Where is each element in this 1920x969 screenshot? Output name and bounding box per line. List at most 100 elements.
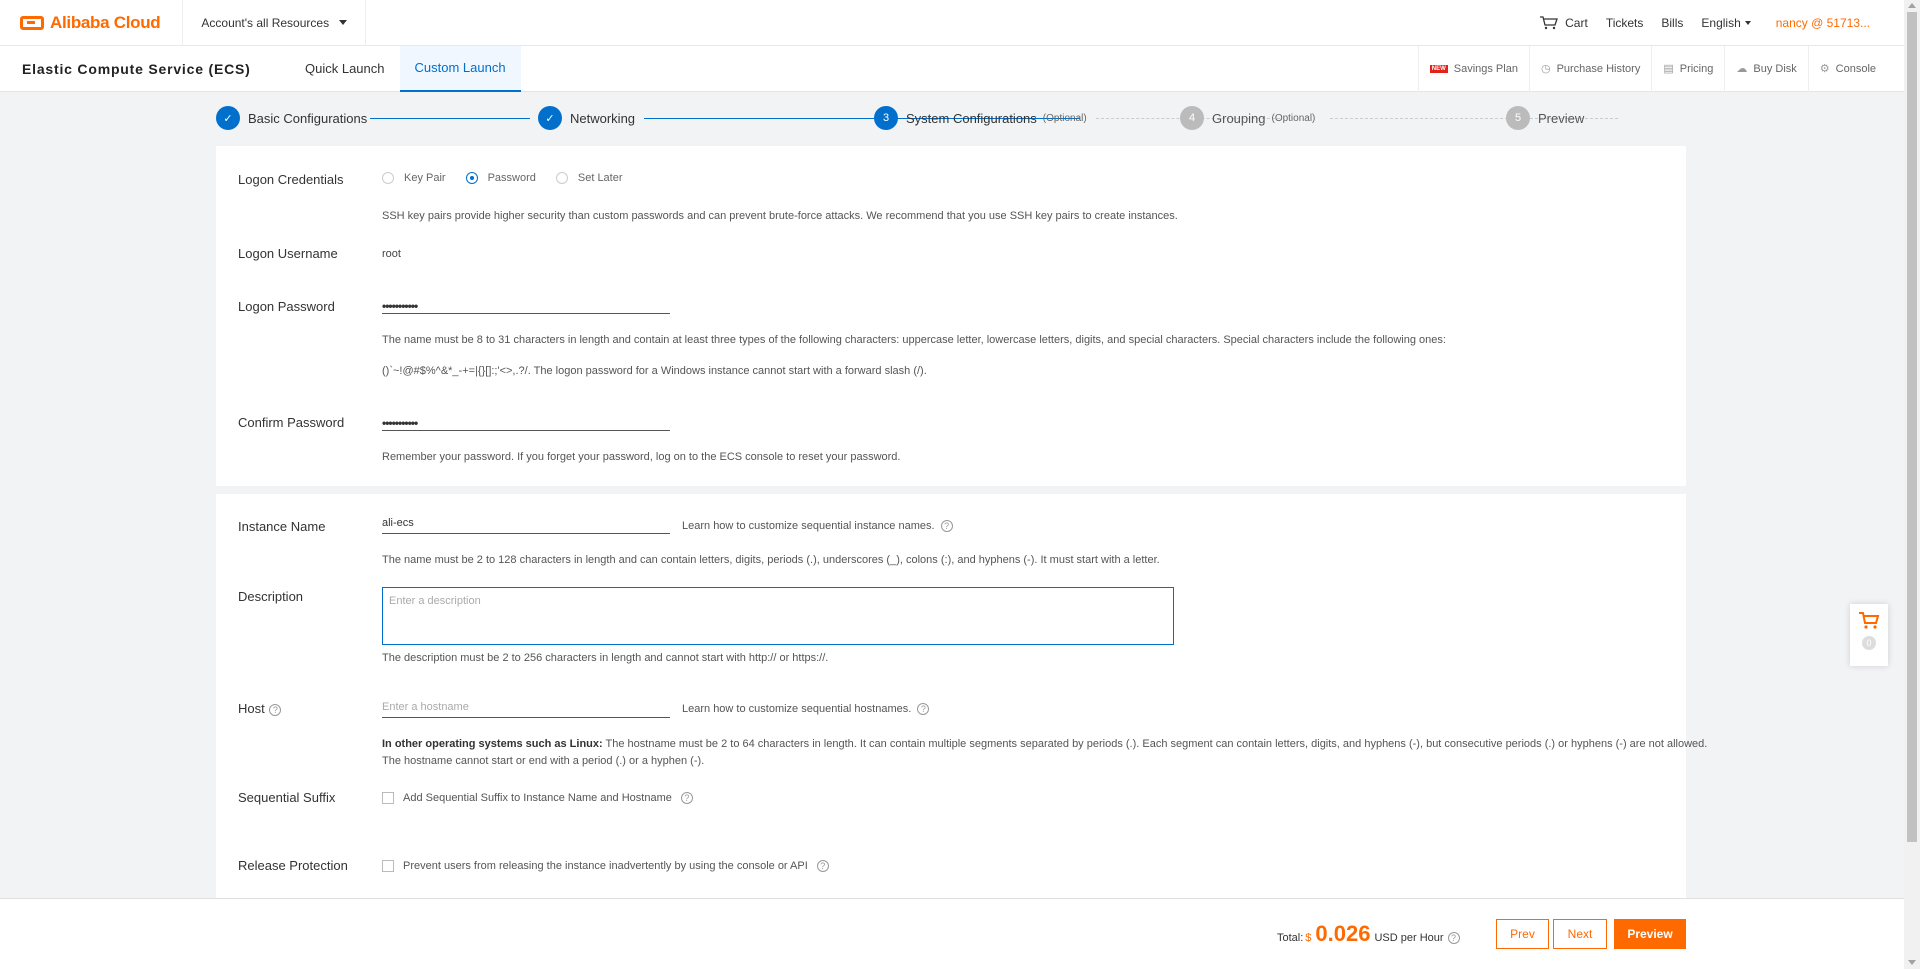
- total-amount: 0.026: [1315, 921, 1371, 946]
- bills-label: Bills: [1661, 15, 1684, 30]
- total-label: Total:: [1277, 932, 1304, 944]
- radio-label: Set Later: [577, 172, 623, 184]
- checkbox-label: Prevent users from releasing the instanc…: [403, 860, 808, 872]
- radio-key-pair[interactable]: Key Pair: [382, 172, 446, 184]
- credentials-hint: SSH key pairs provide higher security th…: [382, 210, 1178, 222]
- release-protection-checkbox[interactable]: [382, 860, 394, 872]
- description-textarea[interactable]: [382, 587, 1174, 645]
- cart-link[interactable]: Cart: [1530, 16, 1597, 30]
- instance-name-hint: The name must be 2 to 128 characters in …: [382, 554, 1160, 566]
- preview-button[interactable]: Preview: [1614, 919, 1686, 949]
- logon-password-input[interactable]: [382, 286, 670, 314]
- pricing-link[interactable]: ▤ Pricing: [1651, 45, 1724, 92]
- logon-username-value: root: [382, 248, 401, 260]
- console-link[interactable]: ⚙ Console: [1807, 45, 1904, 92]
- radio-set-later[interactable]: Set Later: [555, 172, 623, 184]
- help-icon[interactable]: ?: [940, 520, 953, 533]
- logon-credentials-label: Logon Credentials: [238, 172, 344, 187]
- scroll-down-arrow[interactable]: [1908, 960, 1916, 965]
- radio-button[interactable]: [465, 172, 478, 184]
- floating-cart[interactable]: 0: [1850, 604, 1888, 666]
- step-optional-tag: (Optional): [1271, 112, 1316, 124]
- help-icon[interactable]: ?: [917, 703, 930, 716]
- logo-icon: [20, 15, 44, 30]
- wizard-steps: ✓ Basic Configurations ✓ Networking 3 Sy…: [216, 106, 1618, 130]
- alibaba-cloud-logo[interactable]: Alibaba Cloud: [20, 13, 161, 33]
- step-preview[interactable]: 5 Preview: [1506, 106, 1584, 130]
- hostname-learn-link[interactable]: Learn how to customize sequential hostna…: [682, 703, 930, 716]
- step-basic-configurations[interactable]: ✓ Basic Configurations: [216, 106, 367, 130]
- instance-name-learn-link[interactable]: Learn how to customize sequential instan…: [682, 520, 953, 533]
- buy-disk-link[interactable]: ☁ Buy Disk: [1724, 45, 1807, 92]
- host-label-wrap: Host ?: [238, 701, 282, 716]
- disk-icon: ☁: [1736, 63, 1748, 75]
- scrollbar-thumb[interactable]: [1907, 12, 1917, 842]
- learn-label: Learn how to customize sequential hostna…: [682, 703, 912, 715]
- order-footer: Total: $ 0.026 USD per Hour ? Prev Next …: [0, 898, 1904, 969]
- password-rule-hint: The name must be 8 to 31 characters in l…: [382, 334, 1446, 346]
- bills-link[interactable]: Bills: [1652, 16, 1692, 30]
- hostname-input[interactable]: [382, 690, 670, 718]
- savings-plan-link[interactable]: NEW Savings Plan: [1417, 45, 1529, 92]
- cart-icon: [1859, 612, 1880, 629]
- sequential-suffix-label: Sequential Suffix: [238, 790, 336, 805]
- step-number: 3: [874, 106, 898, 130]
- confirm-password-masked: •••••••••••: [382, 416, 418, 430]
- new-badge: NEW: [1429, 64, 1448, 73]
- total-price: Total: $ 0.026 USD per Hour ?: [1277, 921, 1460, 947]
- tickets-link[interactable]: Tickets: [1597, 16, 1653, 30]
- instance-name-label: Instance Name: [238, 519, 326, 534]
- host-label: Host: [238, 701, 265, 716]
- step-number: 5: [1506, 106, 1530, 130]
- step-system-configurations[interactable]: 3 System Configurations (Optional): [874, 106, 1087, 130]
- release-protection-label: Release Protection: [238, 858, 348, 873]
- logon-username-label: Logon Username: [238, 246, 338, 261]
- console-icon: ⚙: [1819, 63, 1830, 75]
- confirm-password-label: Confirm Password: [238, 415, 345, 430]
- savings-plan-label: Savings Plan: [1453, 62, 1518, 75]
- step-networking[interactable]: ✓ Networking: [538, 106, 635, 130]
- logon-password-masked: •••••••••••: [382, 299, 418, 313]
- radio-button[interactable]: [382, 172, 394, 184]
- help-icon[interactable]: ?: [816, 860, 829, 872]
- host-hint: In other operating systems such as Linux…: [382, 738, 1707, 750]
- host-hint-text: The hostname must be 2 to 64 characters …: [602, 738, 1708, 750]
- user-account-menu[interactable]: nancy @ 51713...: [1760, 16, 1904, 30]
- tab-quick-launch[interactable]: Quick Launch: [290, 46, 400, 92]
- help-icon[interactable]: ?: [269, 703, 282, 716]
- resource-group-selector[interactable]: Account's all Resources: [182, 0, 367, 46]
- help-icon[interactable]: ?: [680, 792, 693, 804]
- host-hint-bold: In other operating systems such as Linux…: [382, 738, 603, 750]
- confirm-password-input[interactable]: [382, 403, 670, 431]
- language-selector[interactable]: English: [1692, 16, 1759, 30]
- cart-count-badge: 0: [1862, 636, 1876, 650]
- password-special-chars-hint: ()`~!@#$%^&*_-+=|{}[]:;'<>,.?/. The logo…: [382, 365, 927, 377]
- resource-group-label: Account's all Resources: [201, 15, 330, 30]
- purchase-history-link[interactable]: ◷ Purchase History: [1528, 45, 1651, 92]
- prev-button[interactable]: Prev: [1496, 919, 1549, 949]
- top-navigation-bar: Alibaba Cloud Account's all Resources Ca…: [0, 0, 1904, 46]
- instance-panel: Instance Name Learn how to customize seq…: [216, 494, 1707, 898]
- check-icon: ✓: [216, 106, 240, 130]
- radio-password[interactable]: Password: [465, 172, 536, 184]
- help-icon[interactable]: ?: [1447, 932, 1460, 944]
- pricing-label: Pricing: [1679, 62, 1714, 75]
- credentials-panel: Logon Credentials Key Pair Password Set …: [216, 146, 1686, 486]
- sequential-suffix-checkbox[interactable]: [382, 792, 394, 804]
- tickets-label: Tickets: [1605, 15, 1644, 30]
- scroll-up-arrow[interactable]: [1908, 3, 1916, 8]
- next-button[interactable]: Next: [1553, 919, 1607, 949]
- instance-name-input[interactable]: [382, 506, 670, 534]
- user-name: nancy @ 51713...: [1775, 15, 1870, 30]
- language-label: English: [1701, 15, 1741, 30]
- step-optional-tag: (Optional): [1042, 112, 1087, 124]
- product-header: Elastic Compute Service (ECS) Quick Laun…: [0, 45, 1904, 92]
- step-label: Preview: [1538, 110, 1585, 126]
- step-grouping[interactable]: 4 Grouping (Optional): [1180, 106, 1315, 130]
- sequential-suffix-option[interactable]: Add Sequential Suffix to Instance Name a…: [382, 792, 693, 804]
- tab-custom-launch[interactable]: Custom Launch: [399, 45, 521, 92]
- radio-button[interactable]: [555, 172, 568, 184]
- release-protection-option[interactable]: Prevent users from releasing the instanc…: [382, 860, 829, 872]
- radio-label: Key Pair: [404, 172, 446, 184]
- clock-icon: ◷: [1540, 63, 1551, 75]
